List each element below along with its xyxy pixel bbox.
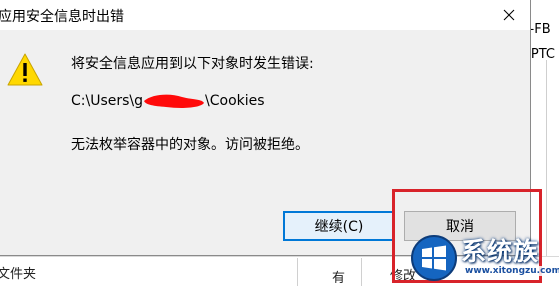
path-prefix: C:\Users\g: [71, 93, 144, 109]
dialog-title: 应用安全信息时出错: [0, 9, 124, 25]
warning-icon: [7, 53, 43, 86]
background-folder-label: 文件夹: [0, 267, 37, 282]
windows-logo-icon: [411, 235, 457, 281]
continue-button[interactable]: 继续(C): [283, 211, 395, 241]
watermark-url: www.xitongzu.com: [463, 266, 559, 276]
error-detail: 无法枚举容器中的对象。访问被拒绝。: [71, 137, 309, 153]
background-column-you: 有: [332, 271, 346, 286]
redacted-username: [143, 94, 205, 108]
watermark: 系统族 www.xitongzu.com: [409, 232, 559, 286]
object-path: C:\Users\g \Cookies: [71, 93, 265, 109]
dialog-titlebar[interactable]: 应用安全信息时出错: [0, 0, 530, 30]
close-button[interactable]: [489, 0, 529, 30]
error-message: 将安全信息应用到以下对象时发生错误:: [71, 56, 314, 72]
close-icon: [503, 9, 515, 21]
watermark-brand: 系统族: [461, 237, 540, 266]
redaction-scribble: [144, 94, 205, 108]
background-separator: [297, 258, 298, 286]
background-separator: [361, 258, 362, 286]
path-suffix: \Cookies: [205, 93, 265, 109]
